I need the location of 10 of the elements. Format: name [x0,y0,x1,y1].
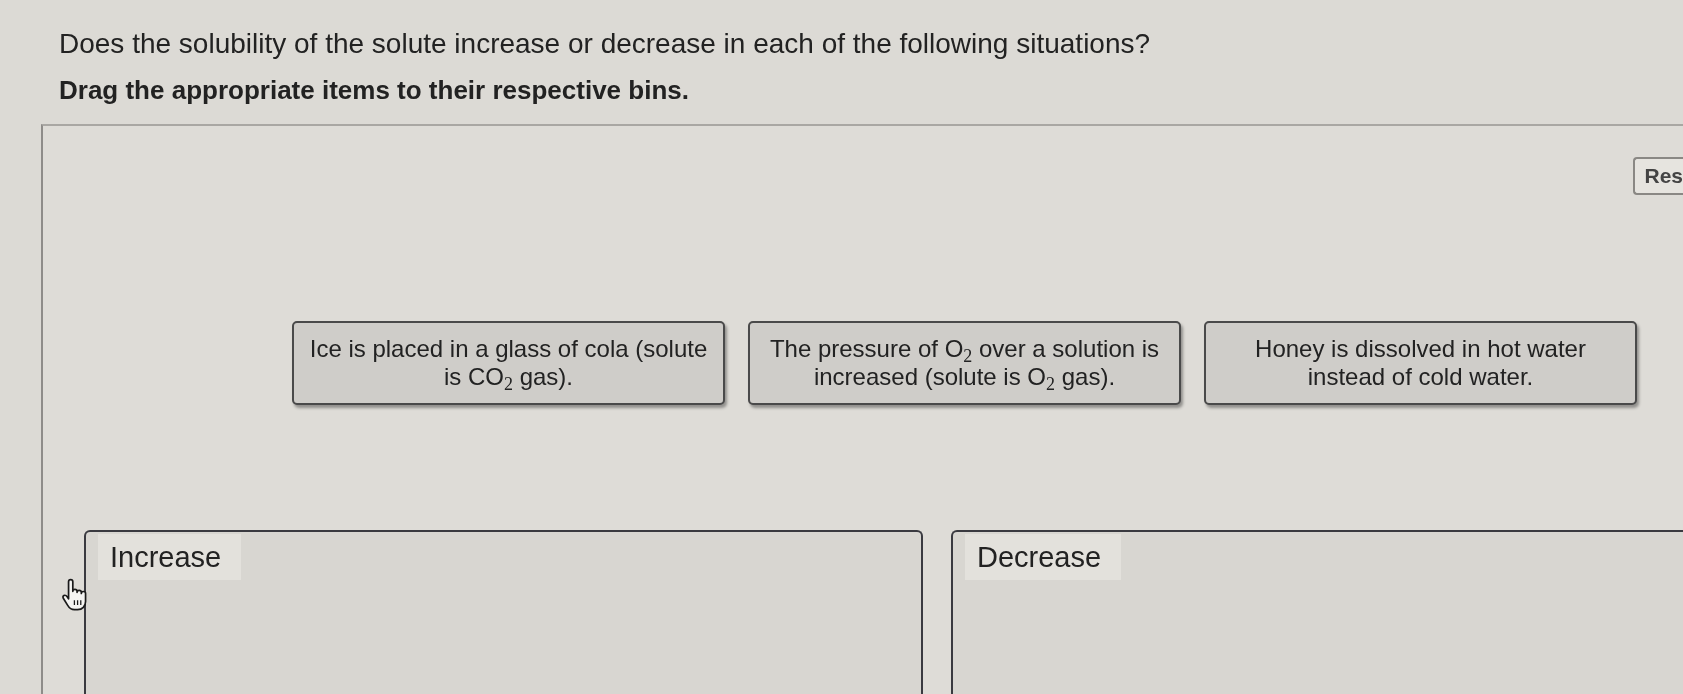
drag-item[interactable]: Ice is placed in a glass of cola (solute is CO$_{2}$ gas). [292,321,725,405]
question-text: Does the solubility of the solute increase or decrease in each of the following situations? [59,28,1152,60]
drop-bin[interactable]: Increase [84,530,923,694]
bin-label: Increase [98,534,242,580]
drag-item[interactable]: The pressure of O$_{2}$ over a solution is increased (solute is O$_{2}$ gas). [748,321,1181,405]
bin-label: Decrease [965,534,1122,580]
drop-bin[interactable]: Decrease [951,530,1683,694]
reset-button[interactable]: Res [1633,157,1683,195]
drag-item[interactable]: Honey is dissolved in hot water instead of cold water. [1204,321,1637,405]
instruction-text: Drag the appropriate items to their respective bins. [59,74,690,106]
